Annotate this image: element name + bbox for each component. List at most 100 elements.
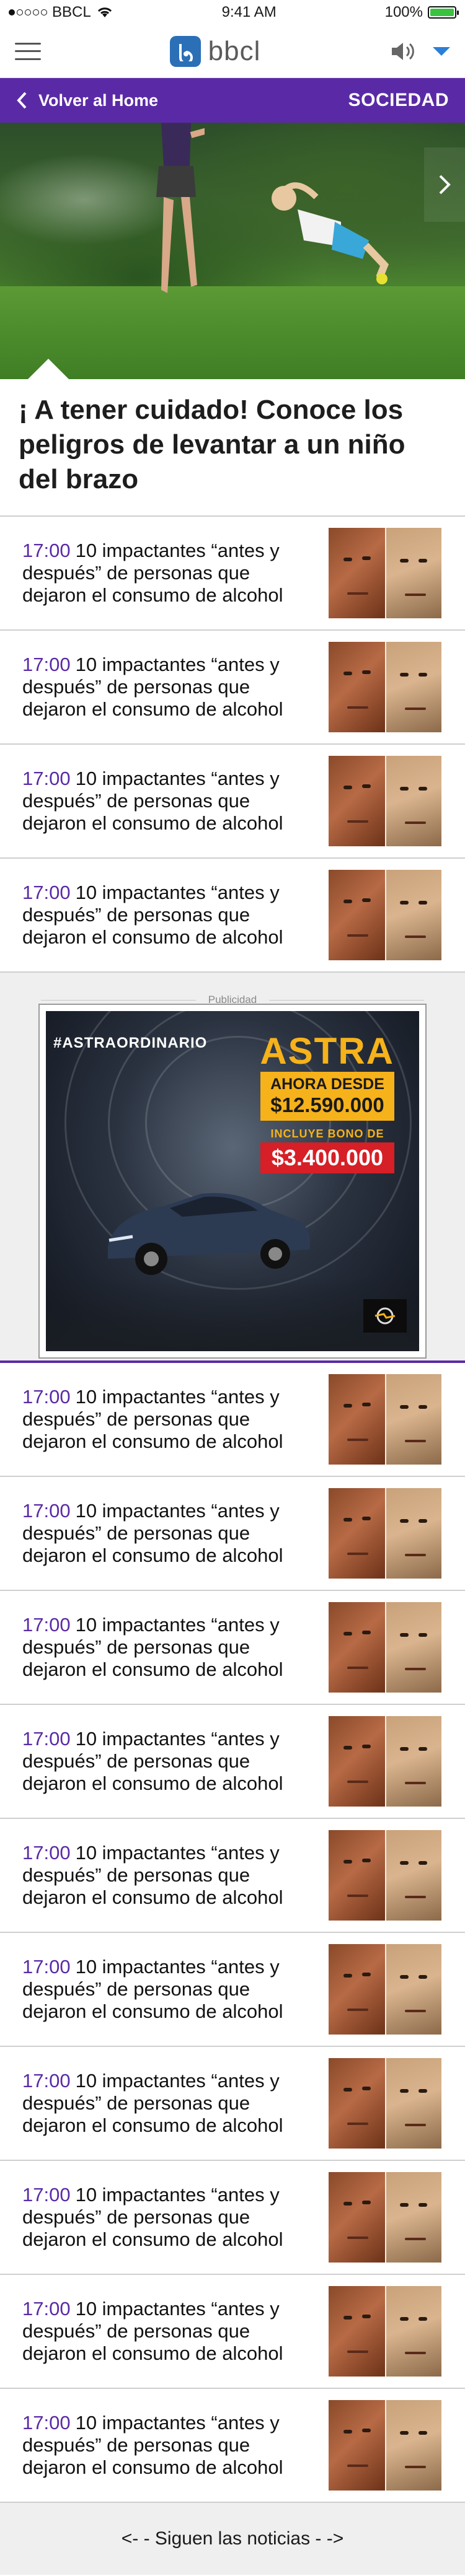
thumbnail-before	[329, 870, 385, 960]
ad-price-line1: AHORA DESDE	[270, 1076, 384, 1093]
signal-strength-icon	[9, 9, 47, 15]
news-item[interactable]: 17:00 10 impactantes “antes y después” de…	[0, 1477, 465, 1591]
ad-hashtag: #ASTRAORDINARIO	[53, 1035, 208, 1051]
news-time: 17:00	[22, 768, 71, 789]
article-title[interactable]: ¡ A tener cuidado! Conoce los peligros d…	[0, 379, 465, 517]
news-item[interactable]: 17:00 10 impactantes “antes y después” de…	[0, 859, 465, 973]
app-header: bbcl	[0, 25, 465, 78]
section-name: SOCIEDAD	[348, 90, 449, 110]
thumbnail-after	[385, 756, 441, 846]
news-time: 17:00	[22, 1842, 71, 1864]
thumbnail-after	[385, 1602, 441, 1693]
news-headline-block: 17:00 10 impactantes “antes y después” de…	[22, 2184, 308, 2251]
thumbnail-after	[385, 2400, 441, 2491]
thumbnail-before	[329, 2172, 385, 2263]
clock: 9:41 AM	[221, 4, 277, 20]
carrier-name: BBCL	[52, 4, 91, 20]
thumbnail-after	[385, 870, 441, 960]
thumbnail-before	[329, 2058, 385, 2149]
news-thumbnail	[329, 1830, 441, 1921]
news-list-top: 17:00 10 impactantes “antes y después” de…	[0, 517, 465, 973]
thumbnail-before	[329, 642, 385, 732]
news-time: 17:00	[22, 882, 71, 903]
news-headline-block: 17:00 10 impactantes “antes y después” de…	[22, 1614, 308, 1681]
news-item[interactable]: 17:00 10 impactantes “antes y después” de…	[0, 1819, 465, 1933]
thumbnail-after	[385, 2172, 441, 2263]
ad-bonus-label: INCLUYE BONO DE	[270, 1128, 384, 1140]
ad-brand-logo	[363, 1299, 407, 1333]
status-left: BBCL	[9, 4, 113, 21]
news-item[interactable]: 17:00 10 impactantes “antes y después” de…	[0, 1363, 465, 1477]
news-thumbnail	[329, 1488, 441, 1579]
news-thumbnail	[329, 756, 441, 846]
news-item[interactable]: 17:00 10 impactantes “antes y después” de…	[0, 2161, 465, 2275]
news-thumbnail	[329, 528, 441, 618]
thumbnail-before	[329, 1602, 385, 1693]
news-item[interactable]: 17:00 10 impactantes “antes y después” de…	[0, 1933, 465, 2047]
news-time: 17:00	[22, 540, 71, 561]
hero-image[interactable]	[0, 123, 465, 379]
news-item[interactable]: 17:00 10 impactantes “antes y después” de…	[0, 1705, 465, 1819]
news-time: 17:00	[22, 2184, 71, 2206]
back-to-home-link[interactable]: Volver al Home	[16, 91, 158, 110]
news-thumbnail	[329, 642, 441, 732]
news-headline-block: 17:00 10 impactantes “antes y después” de…	[22, 1500, 308, 1567]
advertisement-block: Publicidad #ASTRAORDINARIO ASTRA AHORA D…	[0, 973, 465, 1363]
news-headline-block: 17:00 10 impactantes “antes y después” de…	[22, 1842, 308, 1909]
news-thumbnail	[329, 1716, 441, 1807]
thumbnail-before	[329, 756, 385, 846]
battery-percent: 100%	[384, 4, 423, 20]
news-headline-block: 17:00 10 impactantes “antes y después” de…	[22, 768, 308, 835]
news-item[interactable]: 17:00 10 impactantes “antes y después” de…	[0, 631, 465, 745]
news-item[interactable]: 17:00 10 impactantes “antes y después” de…	[0, 2047, 465, 2161]
news-item[interactable]: 17:00 10 impactantes “antes y después” de…	[0, 2275, 465, 2389]
news-time: 17:00	[22, 2412, 71, 2434]
header-actions	[389, 40, 450, 63]
ad-brand: ASTRA	[260, 1030, 394, 1072]
news-time: 17:00	[22, 2070, 71, 2092]
news-thumbnail	[329, 2400, 441, 2491]
news-item[interactable]: 17:00 10 impactantes “antes y después” de…	[0, 517, 465, 631]
thumbnail-before	[329, 1488, 385, 1579]
thumbnail-after	[385, 2286, 441, 2377]
chevron-left-icon	[17, 92, 27, 109]
speaker-icon[interactable]	[389, 40, 417, 63]
news-time: 17:00	[22, 1956, 71, 1978]
news-item[interactable]: 17:00 10 impactantes “antes y después” de…	[0, 745, 465, 859]
hero-child-figure	[272, 182, 389, 284]
news-time: 17:00	[22, 1500, 71, 1522]
news-headline-block: 17:00 10 impactantes “antes y después” de…	[22, 882, 308, 948]
section-bar: Volver al Home SOCIEDAD	[0, 78, 465, 123]
news-thumbnail	[329, 2286, 441, 2377]
hamburger-icon[interactable]	[15, 42, 41, 60]
news-headline-block: 17:00 10 impactantes “antes y después” de…	[22, 540, 308, 607]
news-time: 17:00	[22, 2298, 71, 2320]
thumbnail-before	[329, 1716, 385, 1807]
news-headline-block: 17:00 10 impactantes “antes y después” de…	[22, 2298, 308, 2365]
news-thumbnail	[329, 1374, 441, 1465]
news-time: 17:00	[22, 654, 71, 675]
ad-price-line2: $12.590.000	[270, 1093, 384, 1116]
news-headline-block: 17:00 10 impactantes “antes y después” de…	[22, 1728, 308, 1795]
news-item[interactable]: 17:00 10 impactantes “antes y después” de…	[0, 2389, 465, 2503]
thumbnail-before	[329, 1830, 385, 1921]
thumbnail-before	[329, 1374, 385, 1465]
news-time: 17:00	[22, 1386, 71, 1408]
news-time: 17:00	[22, 1728, 71, 1750]
thumbnail-after	[385, 1716, 441, 1807]
thumbnail-after	[385, 1374, 441, 1465]
news-headline-block: 17:00 10 impactantes “antes y después” de…	[22, 2070, 308, 2137]
news-time: 17:00	[22, 1614, 71, 1636]
more-news-link[interactable]: <- - Siguen las noticias - ->	[0, 2503, 465, 2575]
site-logo[interactable]: bbcl	[169, 35, 261, 67]
thumbnail-before	[329, 528, 385, 618]
status-right: 100%	[384, 4, 459, 21]
news-list-bottom: 17:00 10 impactantes “antes y después” de…	[0, 1363, 465, 2503]
news-thumbnail	[329, 1602, 441, 1693]
news-item[interactable]: 17:00 10 impactantes “antes y después” de…	[0, 1591, 465, 1705]
hero-next-button[interactable]	[424, 147, 465, 222]
ad-banner[interactable]: #ASTRAORDINARIO ASTRA AHORA DESDE $12.59…	[38, 1004, 427, 1359]
news-thumbnail	[329, 2058, 441, 2149]
caret-down-icon[interactable]	[433, 46, 450, 56]
news-thumbnail	[329, 870, 441, 960]
